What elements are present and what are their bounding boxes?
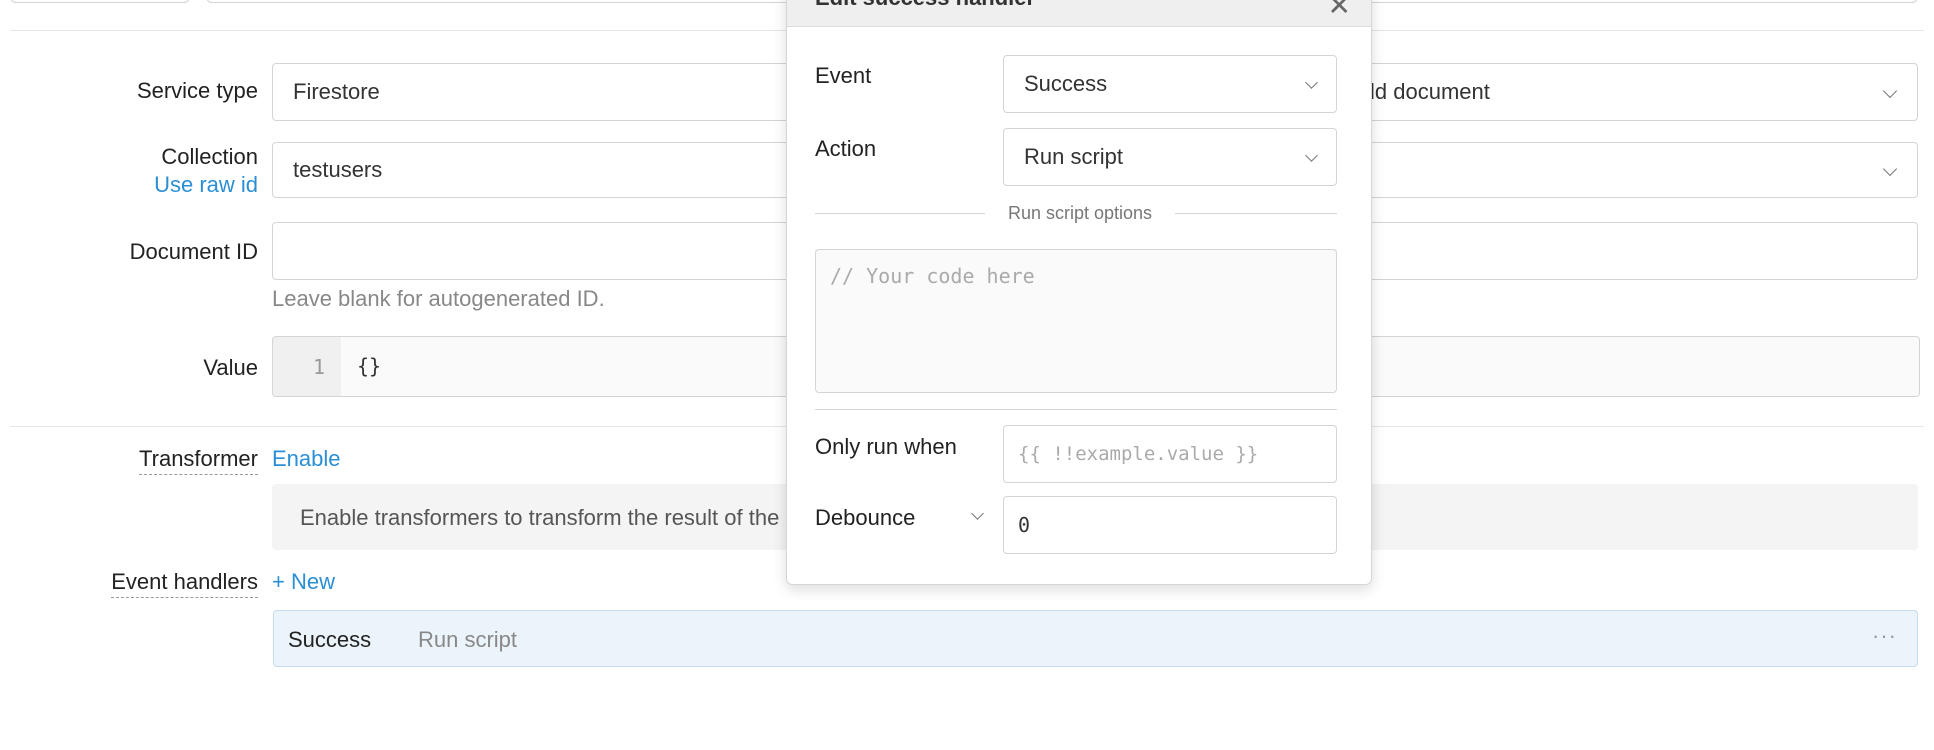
debounce-input[interactable]: 0 [1003, 496, 1337, 554]
section-title: Run script options [1007, 203, 1153, 223]
action-value: Run script [1024, 144, 1124, 169]
event-label: Event [815, 63, 872, 88]
only-run-when-placeholder: {{ !!example.value }} [1018, 443, 1259, 465]
document-id-helper: Leave blank for autogenerated ID. [272, 286, 605, 311]
transformer-enable-link[interactable]: Enable [272, 446, 341, 472]
edit-handler-modal: Edit success handler ✕ Event Success Act… [786, 0, 1372, 585]
chevron-down-icon [1882, 83, 1898, 99]
event-value: Success [1024, 71, 1108, 96]
chevron-down-icon [1305, 76, 1318, 89]
service-type-label: Service type [136, 78, 258, 103]
script-code-placeholder: // Your code here [830, 264, 1035, 288]
line-number: 1 [313, 355, 326, 379]
top-left-field[interactable] [10, 0, 190, 3]
use-raw-id-link[interactable]: Use raw id [154, 172, 258, 198]
debounce-value: 0 [1018, 513, 1031, 537]
event-handler-row[interactable]: Success Run script ··· [273, 610, 1918, 667]
event-handler-action: Run script [418, 627, 518, 652]
collection-label: Collection [161, 144, 258, 169]
more-options-icon[interactable]: ··· [1872, 623, 1897, 649]
event-select[interactable]: Success [1003, 55, 1337, 113]
line-gutter [273, 337, 341, 396]
chevron-down-icon [1305, 149, 1318, 162]
script-code-editor[interactable]: // Your code here [815, 249, 1337, 393]
service-type-value: Firestore [293, 79, 380, 104]
action-select[interactable]: Run script [1003, 128, 1337, 186]
debounce-label: Debounce [815, 505, 916, 530]
collection-value: testusers [293, 157, 383, 182]
event-handlers-label: Event handlers [111, 569, 258, 598]
section-line-left [815, 213, 985, 214]
close-icon[interactable]: ✕ [1328, 0, 1351, 22]
transformer-label: Transformer [139, 446, 258, 475]
add-event-handler-button[interactable]: + New [272, 569, 335, 595]
document-id-label: Document ID [129, 239, 258, 264]
chevron-down-icon[interactable] [971, 507, 984, 520]
value-label: Value [203, 355, 258, 380]
modal-header: Edit success handler ✕ [787, 0, 1371, 27]
only-run-when-input[interactable]: {{ !!example.value }} [1003, 425, 1337, 483]
value-code: {} [357, 354, 382, 378]
action-label: Action [815, 136, 877, 161]
modal-divider [815, 409, 1337, 410]
modal-title: Edit success handler [815, 0, 1035, 11]
transformer-info-text: Enable transformers to transform the res… [300, 505, 845, 530]
section-line-right [1175, 213, 1337, 214]
event-handler-event: Success [288, 627, 372, 652]
chevron-down-icon [1882, 161, 1898, 177]
only-run-when-label: Only run when [815, 434, 957, 459]
